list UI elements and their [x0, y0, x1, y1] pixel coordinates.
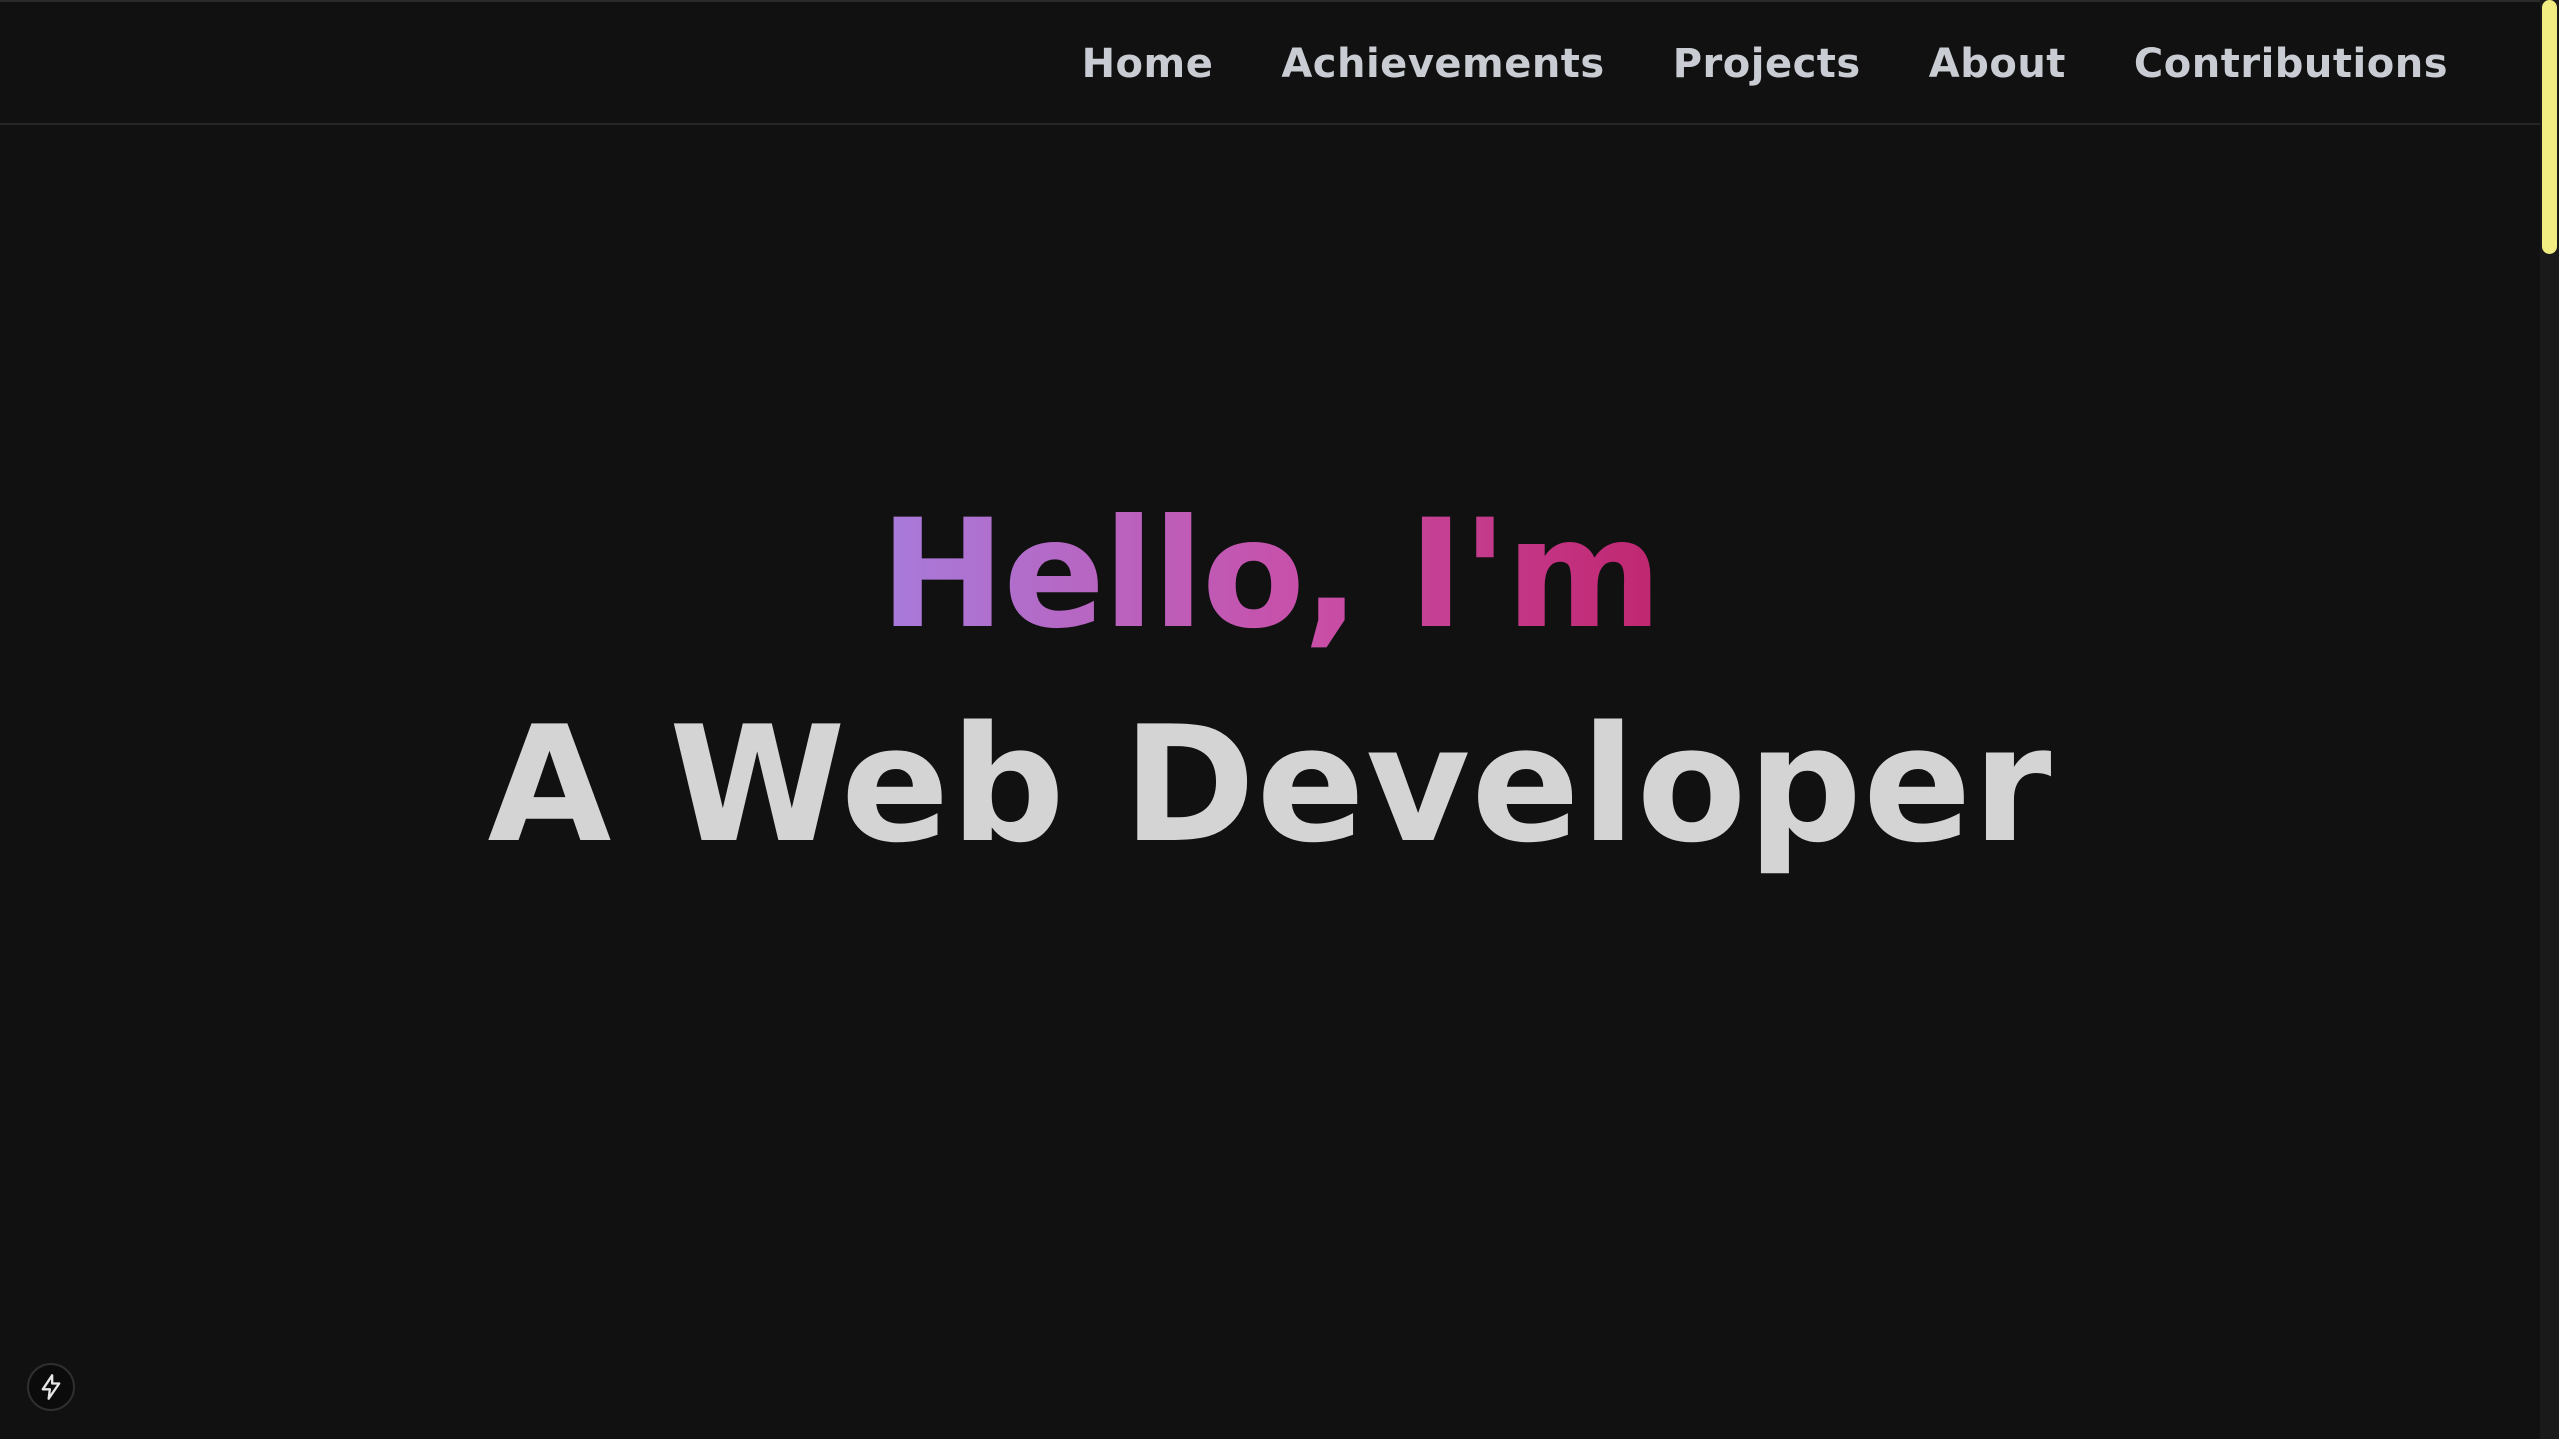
lightning-bolt-icon [41, 1374, 61, 1400]
hero-greeting-wrapper: Hello, I'm [0, 470, 2540, 680]
nav-link-achievements[interactable]: Achievements [1281, 41, 1604, 87]
top-navigation-bar: Home Achievements Projects About Contrib… [0, 0, 2540, 125]
scrollbar-thumb[interactable] [2542, 0, 2557, 254]
main-nav: Home Achievements Projects About Contrib… [1082, 34, 2448, 94]
nav-link-projects[interactable]: Projects [1673, 41, 1861, 87]
hero-greeting: Hello, I'm [880, 470, 1662, 680]
page-scrollbar[interactable] [2540, 0, 2559, 1439]
nav-link-about[interactable]: About [1929, 41, 2066, 87]
floating-action-button[interactable] [27, 1363, 75, 1411]
hero-role: A Web Developer [487, 691, 2053, 878]
nav-link-home[interactable]: Home [1082, 41, 1214, 87]
nav-link-contributions[interactable]: Contributions [2134, 41, 2448, 87]
hero-section: Hello, I'm A Web Developer [0, 470, 2540, 890]
